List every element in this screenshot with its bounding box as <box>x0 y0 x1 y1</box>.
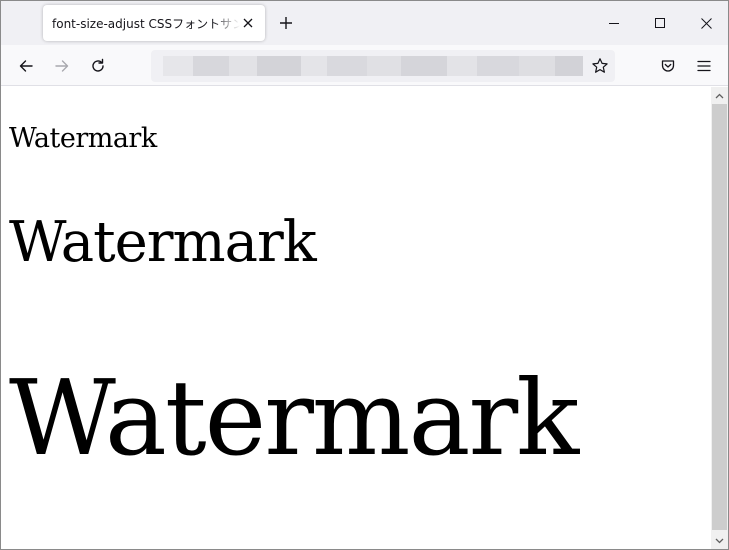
sample-text-small: Watermark <box>9 123 157 154</box>
forward-arrow-icon[interactable] <box>49 53 75 79</box>
vertical-scrollbar[interactable] <box>711 87 728 549</box>
pocket-icon[interactable] <box>655 53 681 79</box>
back-arrow-icon[interactable] <box>13 53 39 79</box>
scroll-down-arrow-icon[interactable] <box>711 532 728 549</box>
address-bar[interactable] <box>151 50 615 82</box>
tab-strip: font-size-adjust CSSフォントサンプルページ <box>1 1 728 45</box>
new-tab-plus-icon[interactable] <box>275 12 297 34</box>
close-window-icon[interactable] <box>683 1 728 45</box>
hamburger-menu-icon[interactable] <box>691 53 717 79</box>
scroll-up-arrow-icon[interactable] <box>711 87 728 104</box>
reload-icon[interactable] <box>85 53 111 79</box>
tab-active[interactable]: font-size-adjust CSSフォントサンプルページ <box>43 5 265 41</box>
address-redacted-blur <box>163 56 583 76</box>
navigation-toolbar <box>1 45 728 86</box>
sample-text-medium: Watermark <box>9 210 317 275</box>
page-content: Watermark Watermark Watermark <box>1 87 711 549</box>
maximize-window-icon[interactable] <box>637 1 683 45</box>
bookmark-star-icon[interactable] <box>587 53 613 79</box>
tab-title: font-size-adjust CSSフォントサンプルページ <box>52 16 240 31</box>
tab-close-icon[interactable] <box>239 14 257 32</box>
browser-window: font-size-adjust CSSフォントサンプルページ <box>0 0 729 550</box>
sample-text-large: Watermark <box>9 357 579 479</box>
minimize-window-icon[interactable] <box>591 1 637 45</box>
scrollbar-thumb[interactable] <box>712 104 727 530</box>
